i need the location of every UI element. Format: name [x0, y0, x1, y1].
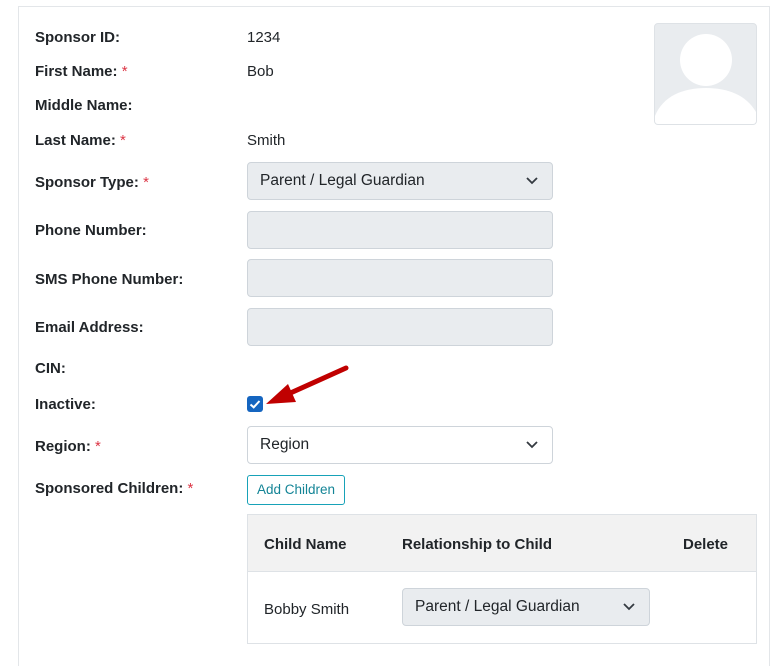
sponsored-children-label: Sponsored Children: * — [35, 480, 193, 497]
chevron-down-icon — [623, 603, 635, 611]
avatar-placeholder — [654, 23, 757, 125]
chevron-down-icon — [526, 441, 538, 449]
region-label: Region: * — [35, 438, 101, 455]
cin-label: CIN: — [35, 360, 66, 377]
email-address-input[interactable] — [247, 308, 553, 346]
check-icon — [249, 400, 261, 409]
col-delete: Delete — [683, 536, 729, 553]
last-name-label-text: Last Name: — [35, 132, 116, 149]
phone-number-label: Phone Number: — [35, 222, 147, 239]
col-child-name: Child Name — [264, 536, 347, 553]
middle-name-label: Middle Name: — [35, 97, 133, 114]
first-name-label: First Name: * — [35, 63, 128, 80]
sms-phone-number-label: SMS Phone Number: — [35, 271, 184, 288]
table-header: Child Name Relationship to Child Delete — [248, 515, 756, 572]
user-placeholder-icon — [655, 34, 756, 124]
chevron-down-icon — [526, 177, 538, 185]
first-name-value: Bob — [247, 63, 274, 80]
required-mark: * — [187, 480, 194, 497]
first-name-label-text: First Name: — [35, 63, 118, 80]
required-mark: * — [121, 63, 128, 80]
sponsor-type-label-text: Sponsor Type: — [35, 174, 139, 191]
sponsor-id-label: Sponsor ID: — [35, 29, 120, 46]
required-mark: * — [143, 174, 149, 191]
add-children-button[interactable]: Add Children — [247, 475, 346, 505]
last-name-label: Last Name: * — [35, 132, 126, 149]
child-name-cell: Bobby Smith — [264, 601, 350, 618]
phone-number-input[interactable] — [247, 211, 553, 249]
required-mark: * — [120, 132, 126, 149]
red-arrow-icon — [266, 365, 349, 404]
relationship-select[interactable]: Parent / Legal Guardian — [402, 588, 650, 626]
sponsor-id-value: 1234 — [247, 29, 281, 46]
last-name-value: Smith — [247, 132, 286, 149]
email-address-label: Email Address: — [35, 319, 144, 336]
sms-phone-number-input[interactable] — [247, 259, 553, 297]
region-label-text: Region: — [35, 438, 91, 455]
region-select[interactable]: Region — [247, 426, 553, 464]
sponsor-type-selected: Parent / Legal Guardian — [260, 172, 425, 189]
sponsor-type-label: Sponsor Type: * — [35, 174, 149, 191]
inactive-checkbox[interactable] — [247, 396, 263, 412]
inactive-label: Inactive: — [35, 396, 96, 413]
relationship-selected: Parent / Legal Guardian — [415, 598, 580, 615]
region-selected: Region — [260, 436, 310, 453]
required-mark: * — [95, 438, 101, 455]
sponsor-type-select[interactable]: Parent / Legal Guardian — [247, 162, 553, 200]
children-table: Child Name Relationship to Child Delete … — [247, 514, 757, 644]
sponsored-children-label-text: Sponsored Children: — [35, 480, 184, 497]
col-relationship: Relationship to Child — [402, 536, 552, 553]
